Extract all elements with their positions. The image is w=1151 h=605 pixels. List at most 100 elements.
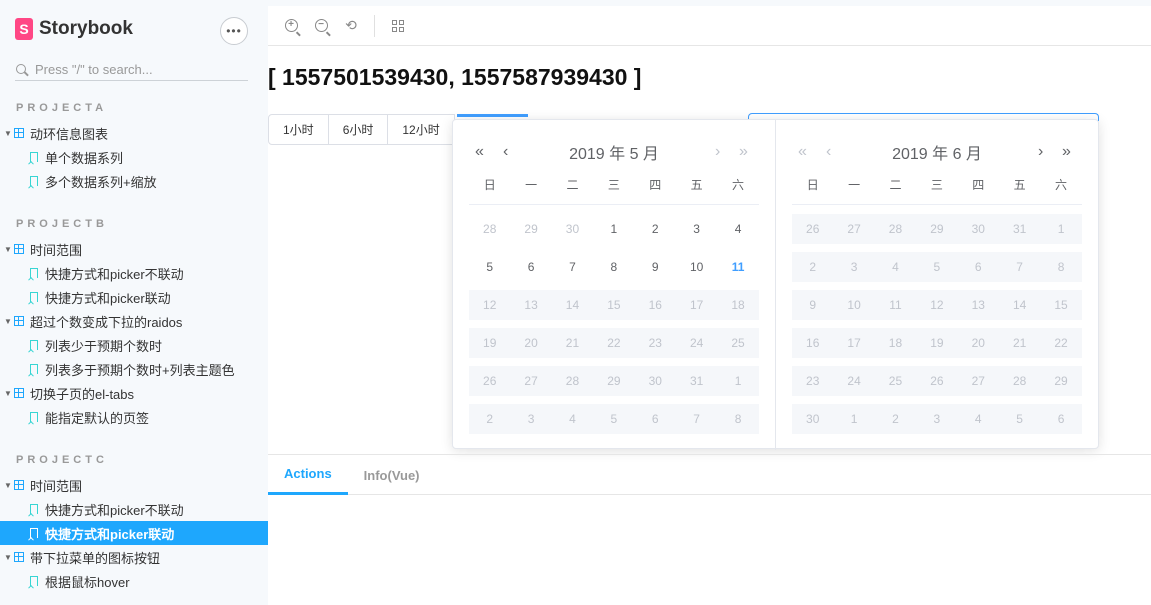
calendar-day-disabled: 15 (1040, 290, 1082, 320)
date-range-popup: « ‹ 2019 年 5 月 › » 日 一 二 三 四 五 六 28 29 30 1… (452, 119, 1099, 450)
calendar-day-disabled: 28 (874, 214, 917, 244)
sidebar-item-story[interactable]: 快捷方式和picker不联动 (0, 497, 268, 521)
sidebar-item-label: 时间范围 (30, 478, 83, 494)
group-title-projectc: PROJECTC (16, 454, 108, 466)
sidebar-item-story[interactable]: 列表多于预期个数时+列表主题色 (0, 357, 268, 381)
zoom-out-icon[interactable]: − (312, 17, 330, 35)
bookmark-icon (30, 268, 38, 278)
calendar-day-disabled: 11 (874, 290, 917, 320)
component-icon (14, 480, 24, 490)
calendar-week-row: 19 20 21 22 23 24 25 (469, 328, 759, 358)
calendar-day-disabled: 9 (792, 290, 834, 320)
sidebar-item-label: 动环信息图表 (30, 126, 109, 142)
calendar-day[interactable]: 1 (593, 214, 634, 244)
calendar-week-row: 28 29 30 1 2 3 4 (469, 214, 759, 244)
toolbar-divider (374, 14, 375, 37)
calendar-day[interactable]: 5 (469, 252, 510, 282)
calendar-day-disabled: 30 (565, 222, 580, 236)
next-month-icon[interactable]: › (1038, 143, 1043, 161)
calendar-day[interactable]: 11 (717, 252, 758, 282)
sidebar-item-story[interactable]: 单个数据系列 (0, 145, 268, 169)
sidebar-item-component[interactable]: ▼ 时间范围 (0, 237, 268, 261)
sidebar-item-component[interactable]: ▼ 切换子页的el-tabs (0, 381, 268, 405)
weekday: 日 (483, 178, 496, 192)
calendar-day-disabled: 3 (510, 404, 552, 434)
sidebar-item-story[interactable]: 根据鼠标hover (0, 569, 268, 593)
search-field[interactable]: Press "/" to search... (15, 59, 248, 81)
calendar-day[interactable]: 8 (593, 252, 634, 282)
calendar-day-disabled: 17 (833, 328, 875, 358)
sidebar-item-story[interactable]: 快捷方式和picker不联动 (0, 261, 268, 285)
weekday: 一 (525, 178, 538, 192)
quick-button-12h[interactable]: 12小时 (387, 114, 455, 145)
sidebar-item-label: 单个数据系列 (45, 150, 124, 166)
weekday: 四 (972, 178, 985, 192)
group-title-projecta: PROJECTA (16, 102, 108, 114)
calendar-day[interactable]: 9 (635, 252, 676, 282)
calendar-day-disabled: 4 (874, 252, 917, 282)
calendar-day-disabled: 25 (717, 328, 759, 358)
divider (469, 204, 759, 205)
zoom-in-icon[interactable]: + (282, 17, 300, 35)
caret-down-icon: ▼ (4, 128, 12, 138)
weekday: 二 (566, 178, 579, 192)
sidebar-item-story[interactable]: 能指定默认的页签 (0, 405, 268, 429)
calendar-day-disabled: 17 (675, 290, 718, 320)
caret-down-icon: ▼ (4, 316, 12, 326)
calendar-day-disabled: 25 (874, 366, 917, 396)
quick-button-1h[interactable]: 1小时 (268, 114, 329, 145)
calendar-day-disabled: 30 (792, 404, 834, 434)
next-month-icon: › (715, 143, 721, 160)
sidebar-item-component[interactable]: ▼ 带下拉菜单的图标按钮 (0, 545, 268, 569)
caret-down-icon: ▼ (4, 244, 12, 254)
calendar-day[interactable]: 4 (717, 214, 758, 244)
calendar-day[interactable]: 7 (552, 252, 593, 282)
sidebar-item-component[interactable]: ▼ 动环信息图表 (0, 121, 268, 145)
calendar-day-disabled: 23 (634, 328, 676, 358)
next-year-icon[interactable]: » (1062, 143, 1071, 161)
calendar-day[interactable]: 3 (676, 214, 717, 244)
quick-button-6h[interactable]: 6小时 (327, 114, 389, 145)
sidebar: S Storybook ••• Press "/" to search... P… (0, 0, 268, 605)
calendar-week-row: 23 24 25 26 27 28 29 (792, 366, 1082, 396)
sidebar-item-story[interactable]: 列表少于预期个数时 (0, 333, 268, 357)
calendar-day-disabled: 6 (957, 252, 999, 282)
calendar-day-disabled: 3 (833, 252, 875, 282)
calendar-day-disabled: 29 (593, 366, 635, 396)
tab-actions[interactable]: Actions (268, 455, 348, 495)
calendar-day-disabled: 28 (551, 366, 594, 396)
calendar-day-disabled: 2 (469, 404, 511, 434)
sidebar-item-component[interactable]: ▼ 时间范围 (0, 473, 268, 497)
calendar-day[interactable]: 10 (676, 252, 717, 282)
sidebar-item-component[interactable]: ▼ 超过个数变成下拉的raidos (0, 309, 268, 333)
component-icon (14, 316, 24, 326)
sidebar-item-story[interactable]: 快捷方式和picker联动 (0, 285, 268, 309)
calendar-day-disabled: 24 (675, 328, 718, 358)
quick-range-buttons: 1小时 6小时 12小时 (268, 114, 455, 145)
calendar-day-disabled: 16 (634, 290, 676, 320)
zoom-reset-icon[interactable]: ⟲ (342, 17, 360, 35)
calendar-day-disabled: 31 (675, 366, 718, 396)
weekday: 三 (930, 178, 943, 192)
search-input[interactable]: Press "/" to search... (35, 62, 153, 77)
calendar-day-disabled: 14 (551, 290, 594, 320)
sidebar-item-story-selected[interactable]: 快捷方式和picker联动 (0, 521, 268, 545)
bookmark-icon (30, 152, 38, 162)
weekday: 五 (1013, 178, 1026, 192)
calendar-day[interactable]: 6 (510, 252, 551, 282)
more-menu-button[interactable]: ••• (220, 17, 248, 45)
calendar-day-disabled: 1 (717, 366, 759, 396)
calendar-week-row: 26 27 28 29 30 31 1 (792, 214, 1082, 244)
toolbar: + − ⟲ (268, 6, 1151, 46)
calendar-day-disabled: 27 (510, 366, 552, 396)
grid-icon[interactable] (389, 17, 407, 35)
calendar-divider (775, 120, 776, 450)
brand[interactable]: S Storybook (15, 18, 133, 40)
calendar-week-row: 12 13 14 15 16 17 18 (469, 290, 759, 320)
bookmark-icon (30, 340, 38, 350)
sidebar-item-story[interactable]: 多个数据系列+缩放 (0, 169, 268, 193)
sidebar-item-label: 带下拉菜单的图标按钮 (30, 550, 161, 566)
calendar-day[interactable]: 2 (635, 214, 676, 244)
tab-info-vue[interactable]: Info(Vue) (348, 455, 436, 495)
sidebar-item-label: 列表多于预期个数时+列表主题色 (45, 362, 235, 378)
